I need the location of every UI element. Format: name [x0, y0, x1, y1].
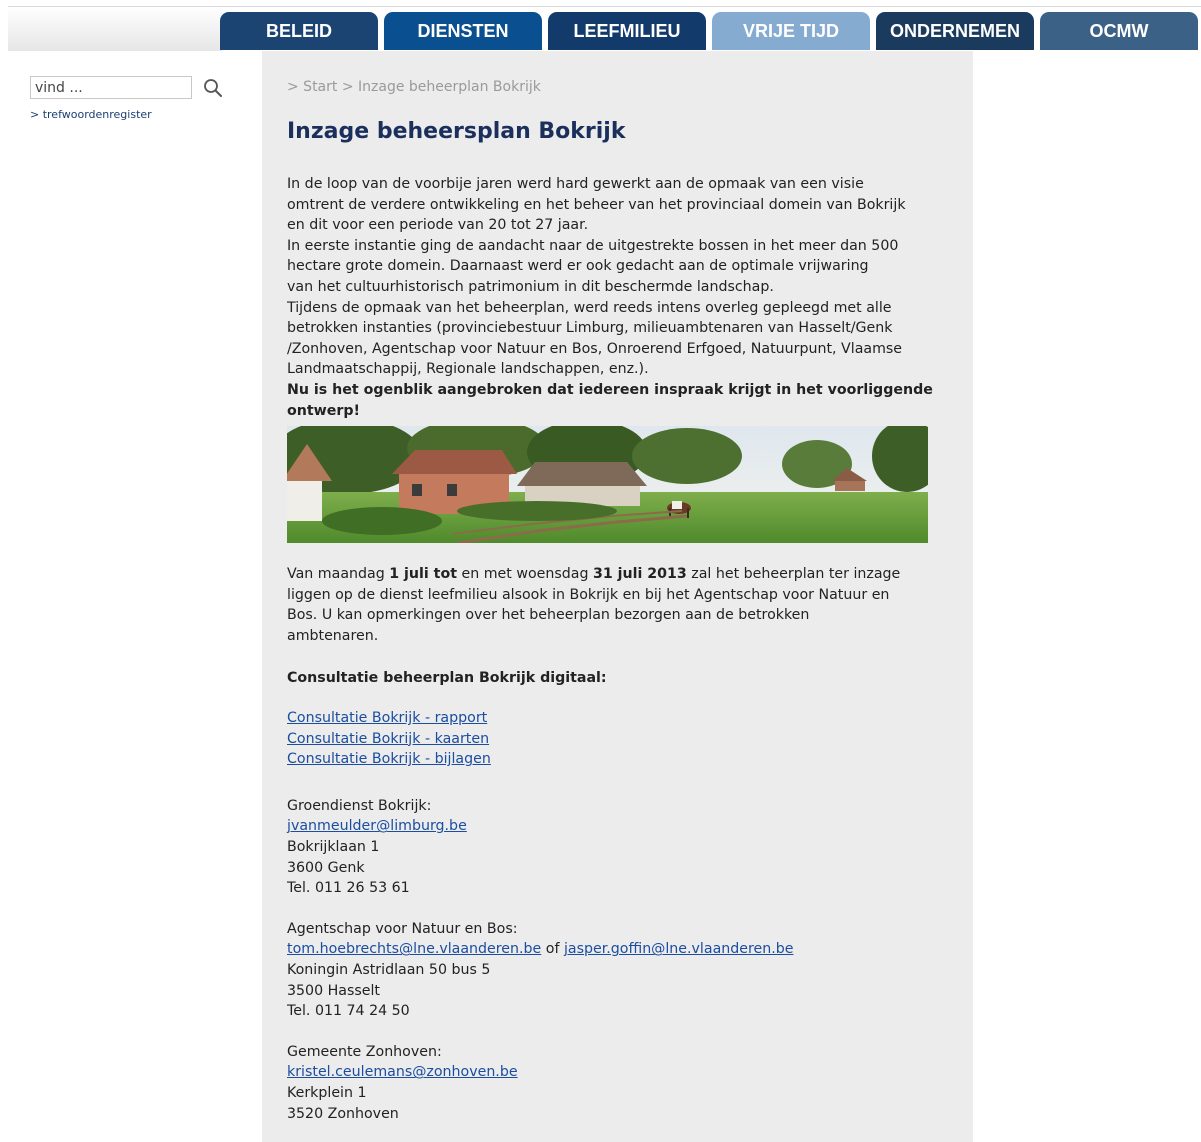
intro-line: /Zonhoven, Agentschap voor Natuur en Bos… — [287, 340, 903, 357]
contact-email-link-2[interactable]: jasper.goffin@lne.vlaanderen.be — [564, 941, 794, 957]
consultation-heading: Consultatie beheerplan Bokrijk digitaal: — [287, 669, 607, 686]
contact-street: Bokrijklaan 1 — [287, 839, 380, 856]
dates-line: ambtenaren. — [287, 627, 379, 644]
intro-line: betrokken instanties (provinciebestuur L… — [287, 320, 893, 337]
contact-org: Groendienst Bokrijk: — [287, 797, 432, 814]
callout-line: ontwerp! — [287, 402, 360, 419]
tab-diensten[interactable]: DIENSTEN — [384, 12, 542, 50]
maps-link[interactable]: Consultatie Bokrijk - kaarten — [287, 729, 942, 750]
contact-email-link[interactable]: kristel.ceulemans@zonhoven.be — [287, 1062, 942, 1083]
tab-leefmilieu[interactable]: LEEFMILIEU — [548, 12, 706, 50]
contact-email-link[interactable]: tom.hoebrechts@lne.vlaanderen.be — [287, 941, 541, 957]
callout-line: Nu is het ogenblik aangebroken dat ieder… — [287, 381, 933, 398]
header-shade — [8, 7, 222, 51]
page-title: Inzage beheersplan Bokrijk — [287, 119, 626, 144]
contact-org: Gemeente Zonhoven: — [287, 1043, 442, 1060]
contact-zonhoven: Gemeente Zonhoven: kristel.ceulemans@zon… — [287, 1042, 942, 1124]
intro-line: omtrent de verdere ontwikkeling en het b… — [287, 196, 906, 213]
dates-text: en met woensdag — [456, 566, 593, 583]
email-joiner: of — [541, 941, 564, 958]
inspection-dates-text: Van maandag 1 juli tot en met woensdag 3… — [287, 564, 942, 646]
contact-phone: Tel. 011 26 53 61 — [287, 880, 410, 897]
tab-vrije-tijd[interactable]: VRIJE TIJD — [712, 12, 870, 50]
consultation-links: Consultatie Bokrijk - rapport Consultati… — [287, 708, 942, 770]
breadcrumb: > Start > Inzage beheerplan Bokrijk — [287, 79, 541, 95]
intro-line: en dit voor een periode van 20 tot 27 ja… — [287, 217, 589, 234]
search-input[interactable] — [30, 76, 192, 99]
intro-line: In de loop van de voorbije jaren werd ha… — [287, 176, 864, 192]
intro-line: van het cultuurhistorisch patrimonium in… — [287, 278, 774, 295]
contact-natuur-en-bos: Agentschap voor Natuur en Bos: tom.hoebr… — [287, 919, 942, 1022]
dates-text: zal het beheerplan ter inzage — [686, 566, 901, 583]
end-date: 31 juli 2013 — [592, 566, 687, 583]
appendices-link[interactable]: Consultatie Bokrijk - bijlagen — [287, 749, 942, 770]
contact-org: Agentschap voor Natuur en Bos: — [287, 920, 518, 937]
intro-line: Tijdens de opmaak van het beheerplan, we… — [287, 299, 892, 316]
contact-phone: Tel. 011 74 24 50 — [287, 1003, 410, 1020]
contact-city: 3500 Hasselt — [287, 982, 380, 999]
dates-text: Van maandag — [287, 566, 390, 583]
dates-line-1: Van maandag 1 juli tot en met woensdag 3… — [287, 564, 942, 585]
intro-line: In eerste instantie ging de aandacht naa… — [287, 237, 899, 254]
contact-groendienst: Groendienst Bokrijk: jvanmeulder@limburg… — [287, 796, 942, 899]
contact-emails: tom.hoebrechts@lne.vlaanderen.be of jasp… — [287, 939, 942, 960]
dates-line: Bos. U kan opmerkingen over het beheerpl… — [287, 607, 810, 624]
intro-line: hectare grote domein. Daarnaast werd er … — [287, 258, 869, 275]
tab-ondernemen[interactable]: ONDERNEMEN — [876, 12, 1034, 50]
intro-text: In de loop van de voorbije jaren werd ha… — [287, 174, 942, 421]
contact-email-link[interactable]: jvanmeulder@limburg.be — [287, 816, 942, 837]
contact-city: 3520 Zonhoven — [287, 1105, 399, 1122]
search-icon[interactable] — [203, 78, 223, 98]
dates-line: liggen op de dienst leefmilieu alsook in… — [287, 586, 890, 603]
start-date: 1 juli tot — [389, 566, 457, 583]
keyword-index-link[interactable]: > trefwoordenregister — [30, 108, 152, 121]
contact-street: Koningin Astridlaan 50 bus 5 — [287, 962, 491, 979]
main-content: > Start > Inzage beheerplan Bokrijk Inza… — [262, 51, 973, 1142]
contact-street: Kerkplein 1 — [287, 1085, 367, 1101]
intro-line: Landmaatschappij, Regionale landschappen… — [287, 361, 649, 378]
tab-beleid[interactable]: BELEID — [220, 12, 378, 50]
contact-city: 3600 Genk — [287, 859, 365, 876]
report-link[interactable]: Consultatie Bokrijk - rapport — [287, 708, 942, 729]
main-nav: BELEID DIENSTEN LEEFMILIEU VRIJE TIJD ON… — [220, 12, 1198, 50]
bokrijk-landscape-photo — [287, 426, 928, 544]
tab-ocmw[interactable]: OCMW — [1040, 12, 1198, 50]
